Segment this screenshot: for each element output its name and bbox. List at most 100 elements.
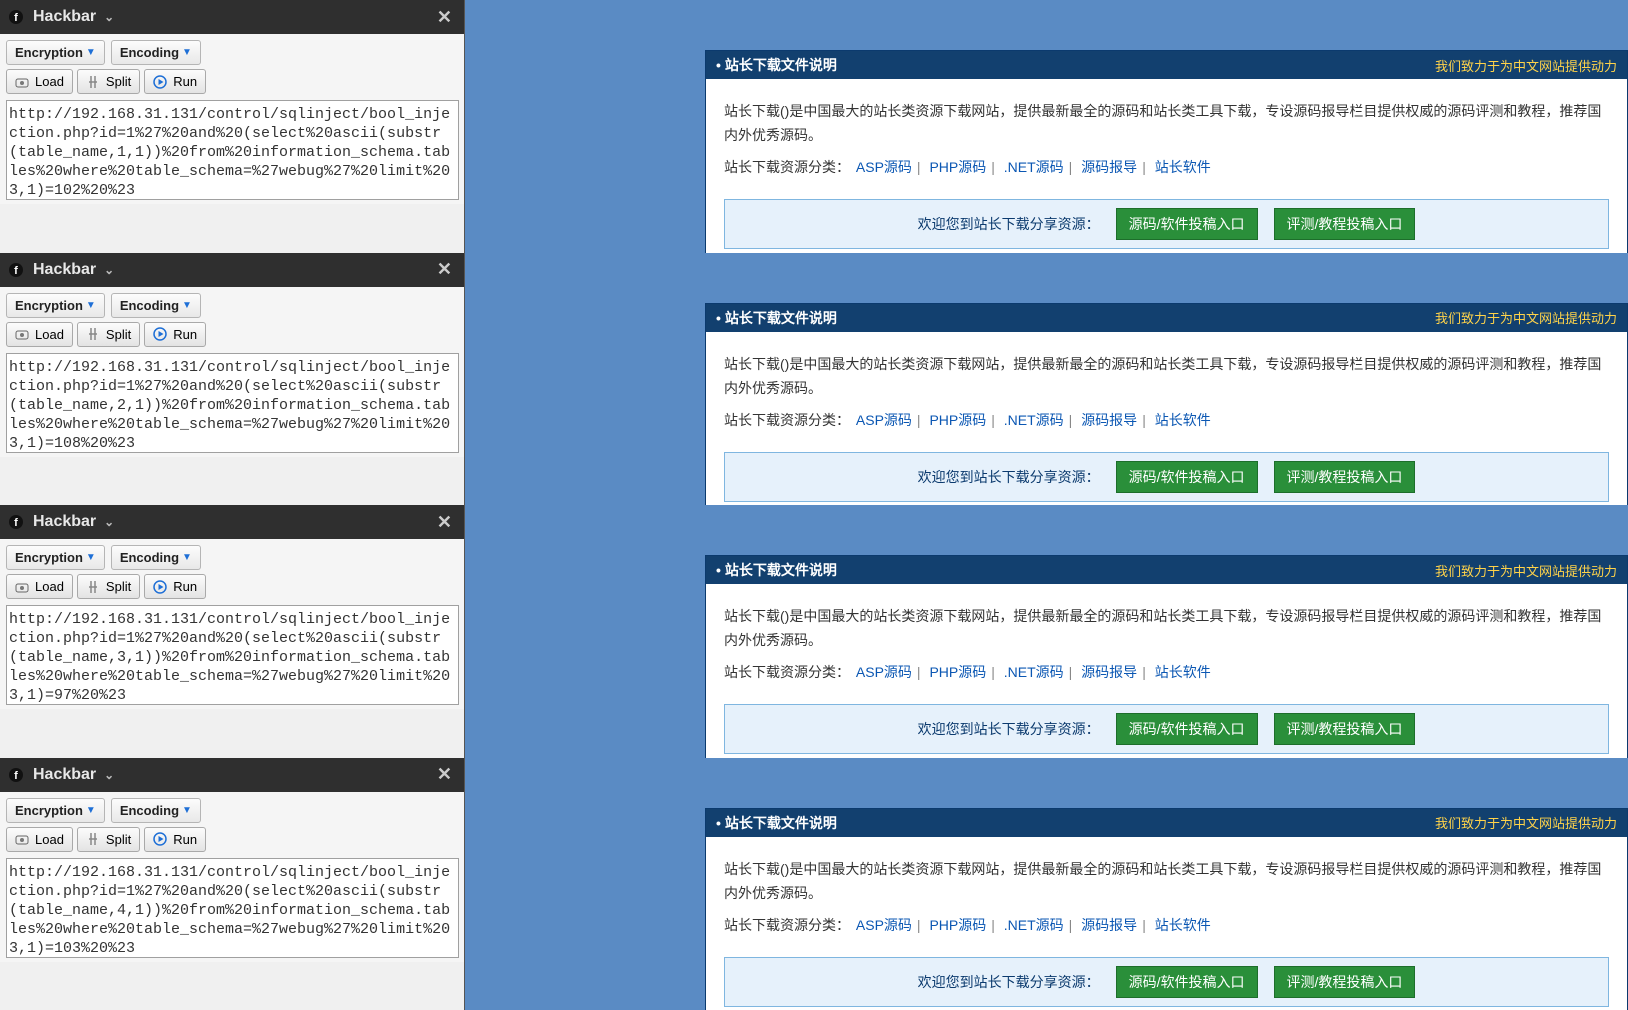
split-button[interactable]: Split	[77, 322, 140, 347]
run-button[interactable]: Run	[144, 69, 206, 94]
encryption-dropdown[interactable]: Encryption▼	[6, 40, 105, 65]
cat-link-report[interactable]: 源码报导	[1081, 159, 1137, 175]
split-icon	[86, 327, 100, 341]
triangle-down-icon: ▼	[182, 300, 192, 311]
cat-link-php[interactable]: PHP源码	[929, 412, 986, 428]
site-header: •站长下载文件说明 我们致力于为中文网站提供动力	[706, 304, 1627, 332]
split-button[interactable]: Split	[77, 574, 140, 599]
cat-link-report[interactable]: 源码报导	[1081, 664, 1137, 680]
encoding-dropdown[interactable]: Encoding▼	[111, 545, 201, 570]
load-button[interactable]: Load	[6, 322, 73, 347]
encoding-dropdown[interactable]: Encoding▼	[111, 293, 201, 318]
run-button[interactable]: Run	[144, 827, 206, 852]
welcome-box: 欢迎您到站长下载分享资源： 源码/软件投稿入口 评测/教程投稿入口	[724, 452, 1609, 502]
encoding-dropdown[interactable]: Encoding▼	[111, 40, 201, 65]
play-icon	[153, 580, 167, 594]
cat-link-report[interactable]: 源码报导	[1081, 412, 1137, 428]
split-icon	[86, 832, 100, 846]
cat-link-dotnet[interactable]: .NET源码	[1004, 412, 1064, 428]
load-button[interactable]: Load	[6, 69, 73, 94]
submit-source-button[interactable]: 源码/软件投稿入口	[1116, 461, 1258, 493]
encryption-dropdown[interactable]: Encryption▼	[6, 545, 105, 570]
chevron-down-icon[interactable]: ⌄	[104, 768, 114, 782]
url-input[interactable]: http://192.168.31.131/control/sqlinject/…	[6, 353, 459, 453]
close-icon[interactable]: ✕	[433, 764, 456, 785]
split-button[interactable]: Split	[77, 827, 140, 852]
website-region: •站长下载文件说明 我们致力于为中文网站提供动力 站长下载()是中国最大的站长类…	[465, 758, 1628, 1010]
load-button[interactable]: Load	[6, 574, 73, 599]
category-row: 站长下载资源分类： ASP源码| PHP源码| .NET源码| 源码报导| 站长…	[724, 913, 1609, 937]
site-slogan: 我们致力于为中文网站提供动力	[1435, 308, 1617, 327]
chevron-down-icon[interactable]: ⌄	[104, 263, 114, 277]
cat-link-dotnet[interactable]: .NET源码	[1004, 917, 1064, 933]
cat-link-php[interactable]: PHP源码	[929, 159, 986, 175]
cat-link-asp[interactable]: ASP源码	[856, 159, 912, 175]
hackbar-icon: f	[8, 514, 24, 530]
site-description: 站长下载()是中国最大的站长类资源下载网站，提供最新最全的源码和站长类工具下载，…	[724, 857, 1609, 905]
submit-source-button[interactable]: 源码/软件投稿入口	[1116, 713, 1258, 745]
cat-link-report[interactable]: 源码报导	[1081, 917, 1137, 933]
submit-source-button[interactable]: 源码/软件投稿入口	[1116, 966, 1258, 998]
play-icon	[153, 832, 167, 846]
url-input[interactable]: http://192.168.31.131/control/sqlinject/…	[6, 605, 459, 705]
cat-link-php[interactable]: PHP源码	[929, 917, 986, 933]
site-slogan: 我们致力于为中文网站提供动力	[1435, 813, 1617, 832]
play-icon	[153, 327, 167, 341]
triangle-down-icon: ▼	[182, 805, 192, 816]
encoding-dropdown[interactable]: Encoding▼	[111, 798, 201, 823]
site-header-title: 站长下载文件说明	[725, 55, 837, 75]
cats-label: 站长下载资源分类：	[724, 664, 850, 680]
welcome-box: 欢迎您到站长下载分享资源： 源码/软件投稿入口 评测/教程投稿入口	[724, 957, 1609, 1007]
run-button[interactable]: Run	[144, 574, 206, 599]
cats-label: 站长下载资源分类：	[724, 412, 850, 428]
site-description: 站长下载()是中国最大的站长类资源下载网站，提供最新最全的源码和站长类工具下载，…	[724, 604, 1609, 652]
site-header-title: 站长下载文件说明	[725, 560, 837, 580]
hackbar-icon: f	[8, 262, 24, 278]
submit-review-button[interactable]: 评测/教程投稿入口	[1274, 966, 1416, 998]
encryption-dropdown[interactable]: Encryption▼	[6, 293, 105, 318]
url-input[interactable]: http://192.168.31.131/control/sqlinject/…	[6, 858, 459, 958]
load-icon	[15, 327, 29, 341]
cat-link-asp[interactable]: ASP源码	[856, 917, 912, 933]
submit-review-button[interactable]: 评测/教程投稿入口	[1274, 208, 1416, 240]
triangle-down-icon: ▼	[86, 47, 96, 58]
cat-link-soft[interactable]: 站长软件	[1155, 412, 1211, 428]
welcome-box: 欢迎您到站长下载分享资源： 源码/软件投稿入口 评测/教程投稿入口	[724, 199, 1609, 249]
split-icon	[86, 580, 100, 594]
chevron-down-icon[interactable]: ⌄	[104, 10, 114, 24]
cat-link-soft[interactable]: 站长软件	[1155, 664, 1211, 680]
close-icon[interactable]: ✕	[433, 7, 456, 28]
encryption-dropdown[interactable]: Encryption▼	[6, 798, 105, 823]
cat-link-soft[interactable]: 站长软件	[1155, 917, 1211, 933]
url-input[interactable]: http://192.168.31.131/control/sqlinject/…	[6, 100, 459, 200]
site-slogan: 我们致力于为中文网站提供动力	[1435, 56, 1617, 75]
triangle-down-icon: ▼	[86, 300, 96, 311]
cat-link-asp[interactable]: ASP源码	[856, 664, 912, 680]
load-button[interactable]: Load	[6, 827, 73, 852]
submit-review-button[interactable]: 评测/教程投稿入口	[1274, 713, 1416, 745]
submit-source-button[interactable]: 源码/软件投稿入口	[1116, 208, 1258, 240]
welcome-box: 欢迎您到站长下载分享资源： 源码/软件投稿入口 评测/教程投稿入口	[724, 704, 1609, 754]
site-header-title: 站长下载文件说明	[725, 813, 837, 833]
close-icon[interactable]: ✕	[433, 259, 456, 280]
cat-link-dotnet[interactable]: .NET源码	[1004, 664, 1064, 680]
welcome-text: 欢迎您到站长下载分享资源：	[918, 717, 1100, 741]
site-header: •站长下载文件说明 我们致力于为中文网站提供动力	[706, 556, 1627, 584]
cats-label: 站长下载资源分类：	[724, 159, 850, 175]
cat-link-dotnet[interactable]: .NET源码	[1004, 159, 1064, 175]
chevron-down-icon[interactable]: ⌄	[104, 515, 114, 529]
cat-link-asp[interactable]: ASP源码	[856, 412, 912, 428]
category-row: 站长下载资源分类： ASP源码| PHP源码| .NET源码| 源码报导| 站长…	[724, 660, 1609, 684]
close-icon[interactable]: ✕	[433, 512, 456, 533]
cat-link-soft[interactable]: 站长软件	[1155, 159, 1211, 175]
svg-text:f: f	[14, 12, 18, 24]
category-row: 站长下载资源分类： ASP源码| PHP源码| .NET源码| 源码报导| 站长…	[724, 155, 1609, 179]
run-button[interactable]: Run	[144, 322, 206, 347]
hackbar-titlebar: f Hackbar⌄ ✕	[0, 505, 464, 539]
cat-link-php[interactable]: PHP源码	[929, 664, 986, 680]
play-icon	[153, 75, 167, 89]
svg-text:f: f	[14, 265, 18, 277]
split-button[interactable]: Split	[77, 69, 140, 94]
submit-review-button[interactable]: 评测/教程投稿入口	[1274, 461, 1416, 493]
load-icon	[15, 580, 29, 594]
